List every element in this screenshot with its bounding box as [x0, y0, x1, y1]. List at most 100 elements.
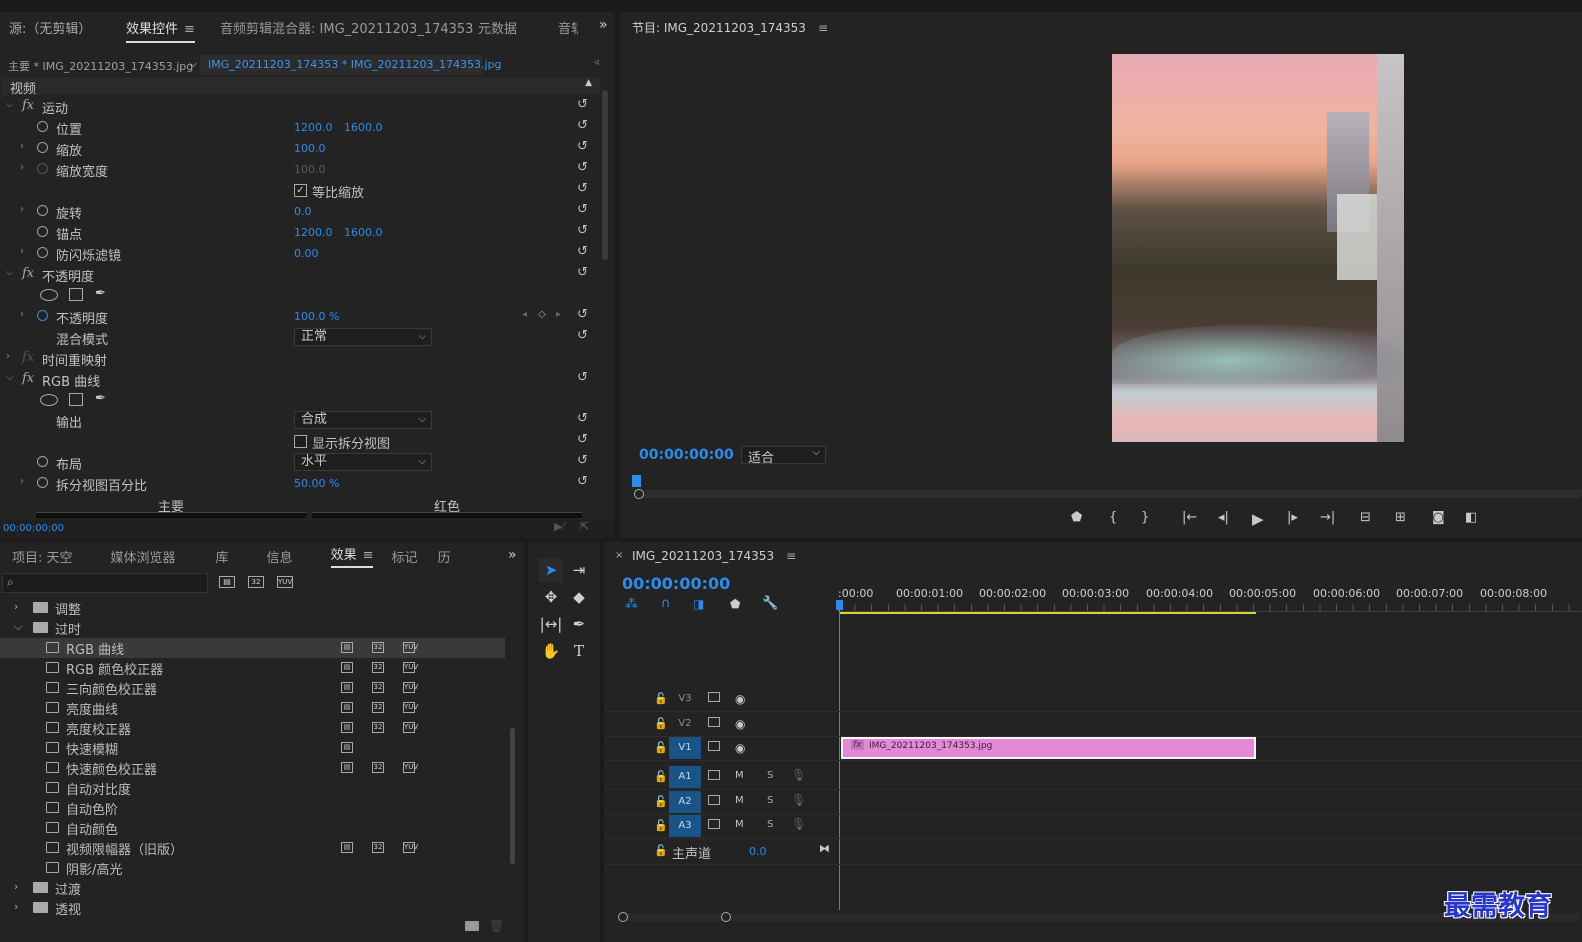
overflow-chevron-icon[interactable]: » — [599, 17, 608, 33]
effects-search-input[interactable]: ⌕ — [2, 573, 208, 593]
twirl-icon[interactable]: › — [20, 204, 24, 215]
timeline-title[interactable]: IMG_20211203_174353 ≡ — [632, 549, 796, 563]
track-name[interactable]: A3 — [669, 815, 701, 837]
prev-keyframe-icon[interactable]: ◂ — [522, 309, 527, 320]
effect-item[interactable]: 亮度曲线 ▤ 32 YUV — [0, 698, 505, 718]
twirl-open-icon[interactable]: ⌵ — [6, 99, 14, 110]
effect-item[interactable]: 三向颜色校正器 ▤ 32 YUV — [0, 678, 505, 698]
track-name[interactable]: A2 — [669, 791, 701, 813]
ellipse-mask-icon[interactable] — [40, 394, 58, 406]
effects-scrollbar[interactable] — [510, 728, 515, 864]
scroll-up-icon[interactable]: ▲ — [585, 78, 592, 88]
program-title[interactable]: 节目: IMG_20211203_174353 ≡ — [632, 19, 828, 36]
add-marker-icon[interactable]: ⬟ — [1071, 510, 1082, 525]
mute-button[interactable]: M — [735, 795, 744, 806]
sync-lock-icon[interactable] — [708, 717, 720, 727]
uniform-scale-checkbox[interactable]: ✓ — [294, 184, 307, 197]
wrench-icon[interactable]: 🔧 — [762, 596, 778, 611]
master-end-icon[interactable]: ⧓ — [819, 842, 830, 855]
layout-select[interactable]: 水平 ⌵ — [294, 453, 432, 471]
folder-perspective[interactable]: › 透视 — [0, 898, 505, 918]
program-video-frame[interactable] — [1112, 54, 1404, 442]
track-name[interactable]: V2 — [669, 713, 701, 735]
tab-audio-track[interactable]: 音轨 — [558, 18, 578, 37]
blend-mode-select[interactable]: 正常 ⌵ — [294, 328, 432, 346]
twirl-icon[interactable]: › — [20, 476, 24, 487]
tab-effects[interactable]: 效果 ≡ — [330, 544, 374, 568]
solo-button[interactable]: S — [767, 770, 773, 781]
opacity-group-row[interactable]: ⌵ fx 不透明度 ↺ — [0, 264, 600, 285]
effect-item[interactable]: 自动颜色 — [0, 818, 505, 838]
reset-icon[interactable]: ↺ — [577, 181, 588, 196]
reset-icon[interactable]: ↺ — [577, 202, 588, 217]
effect-item[interactable]: 自动色阶 — [0, 798, 505, 818]
playhead-handle[interactable] — [836, 600, 843, 610]
zoom-handle[interactable] — [634, 489, 644, 499]
stopwatch-active-icon[interactable] — [37, 310, 48, 321]
twirl-icon[interactable]: › — [14, 600, 18, 613]
rectangle-mask-icon[interactable] — [69, 393, 83, 406]
sync-lock-icon[interactable] — [708, 692, 720, 702]
trash-icon[interactable]: 🗑 — [489, 919, 504, 933]
fit-select[interactable]: 适合 ⌵ — [741, 446, 826, 466]
comparison-view-icon[interactable]: ◧ — [1465, 510, 1477, 525]
split-pct-value[interactable]: 50.00 % — [294, 477, 339, 490]
twirl-icon[interactable]: › — [20, 141, 24, 152]
sync-lock-icon[interactable] — [708, 795, 720, 805]
tab-metadata[interactable]: 元数据 — [478, 18, 517, 37]
twirl-open-icon[interactable]: ⌵ — [6, 372, 14, 383]
program-timecode[interactable]: 00:00:00:00 — [639, 447, 734, 463]
lock-icon[interactable]: 🔓 — [654, 741, 668, 754]
effect-controls-timecode[interactable]: 00:00:00:00 — [3, 523, 64, 534]
time-remap-row[interactable]: › fx 时间重映射 — [0, 348, 600, 369]
tab-info[interactable]: 信息 — [241, 547, 305, 566]
yuv-filter-icon[interactable]: YUV — [277, 576, 293, 588]
reset-icon[interactable]: ↺ — [577, 474, 588, 489]
stopwatch-icon[interactable] — [37, 477, 48, 488]
tab-audio-mixer[interactable]: 音频剪辑混合器: IMG_20211203_174353 — [220, 18, 473, 37]
go-to-out-icon[interactable]: →| — [1320, 510, 1335, 525]
timeline-timecode[interactable]: 00:00:00:00 — [622, 574, 730, 593]
accelerated-filter-icon[interactable]: ▤ — [219, 576, 235, 588]
folder-obsolete[interactable]: ⌵ 过时 — [0, 618, 505, 638]
pen-mask-icon[interactable]: ✒ — [95, 286, 106, 301]
solo-button[interactable]: S — [767, 795, 773, 806]
fx-icon[interactable]: fx — [22, 266, 34, 281]
reset-icon[interactable]: ↺ — [577, 139, 588, 154]
hand-tool-icon[interactable]: ✋ — [539, 639, 563, 663]
effect-item[interactable]: 快速颜色校正器 ▤ 32 YUV — [0, 758, 505, 778]
timeline-close-icon[interactable]: × — [615, 550, 623, 561]
reset-icon[interactable]: ↺ — [577, 370, 588, 385]
reset-icon[interactable]: ↺ — [577, 307, 588, 322]
reset-icon[interactable]: ↺ — [577, 244, 588, 259]
step-back-icon[interactable]: ◂| — [1218, 510, 1229, 525]
track-name[interactable]: V3 — [669, 688, 701, 710]
position-x[interactable]: 1200.0 — [294, 121, 333, 134]
tab-project[interactable]: 项目: 天空 — [0, 547, 85, 566]
step-forward-icon[interactable]: |▸ — [1287, 510, 1298, 525]
ellipse-mask-icon[interactable] — [40, 289, 58, 301]
pen-tool-icon[interactable]: ✒ — [567, 612, 591, 636]
nest-toggle-icon[interactable]: ⁂ — [625, 597, 638, 612]
mark-in-icon[interactable]: { — [1109, 510, 1117, 525]
eye-icon[interactable]: ◉ — [735, 741, 745, 755]
effect-item[interactable]: 自动对比度 — [0, 778, 505, 798]
master-volume[interactable]: 0.0 — [749, 845, 767, 858]
overflow-chevron-icon[interactable]: » — [508, 547, 517, 563]
lift-icon[interactable]: ⊟ — [1360, 510, 1371, 525]
timeline-clip[interactable]: fx IMG_20211203_174353.jpg — [841, 737, 1256, 759]
stopwatch-icon[interactable] — [37, 142, 48, 153]
folder-adjust[interactable]: › 调整 — [0, 598, 505, 618]
output-select[interactable]: 合成 ⌵ — [294, 411, 432, 429]
timeline-hscroll[interactable] — [620, 913, 1580, 921]
twirl-icon[interactable]: › — [6, 351, 10, 362]
mute-button[interactable]: M — [735, 819, 744, 830]
lock-icon[interactable]: 🔓 — [654, 844, 668, 857]
scale-value[interactable]: 100.0 — [294, 142, 326, 155]
type-tool-icon[interactable]: T — [567, 639, 591, 663]
work-area-bar[interactable] — [840, 612, 1256, 614]
pen-mask-icon[interactable]: ✒ — [95, 391, 106, 406]
track-name[interactable]: V1 — [669, 737, 701, 759]
next-keyframe-icon[interactable]: ▸ — [556, 309, 561, 320]
lock-icon[interactable]: 🔓 — [654, 819, 668, 832]
